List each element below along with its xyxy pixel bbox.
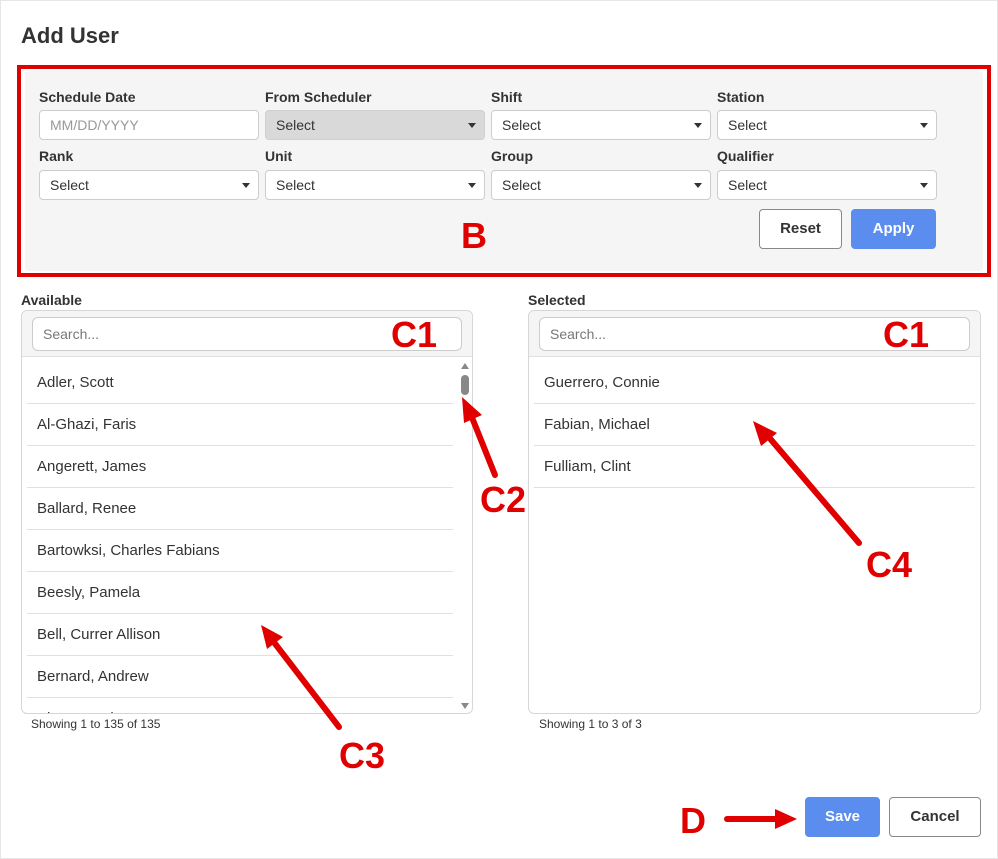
add-user-dialog: Add User Schedule Date MM/DD/YYYY From S… xyxy=(0,0,998,859)
arrow-c2-line xyxy=(468,412,498,478)
arrow-c4-line xyxy=(764,432,862,546)
arrow-c2-head xyxy=(462,397,482,423)
arrow-d-head xyxy=(775,809,797,829)
arrow-c3-line xyxy=(270,638,342,730)
annotation-arrows xyxy=(261,397,862,829)
